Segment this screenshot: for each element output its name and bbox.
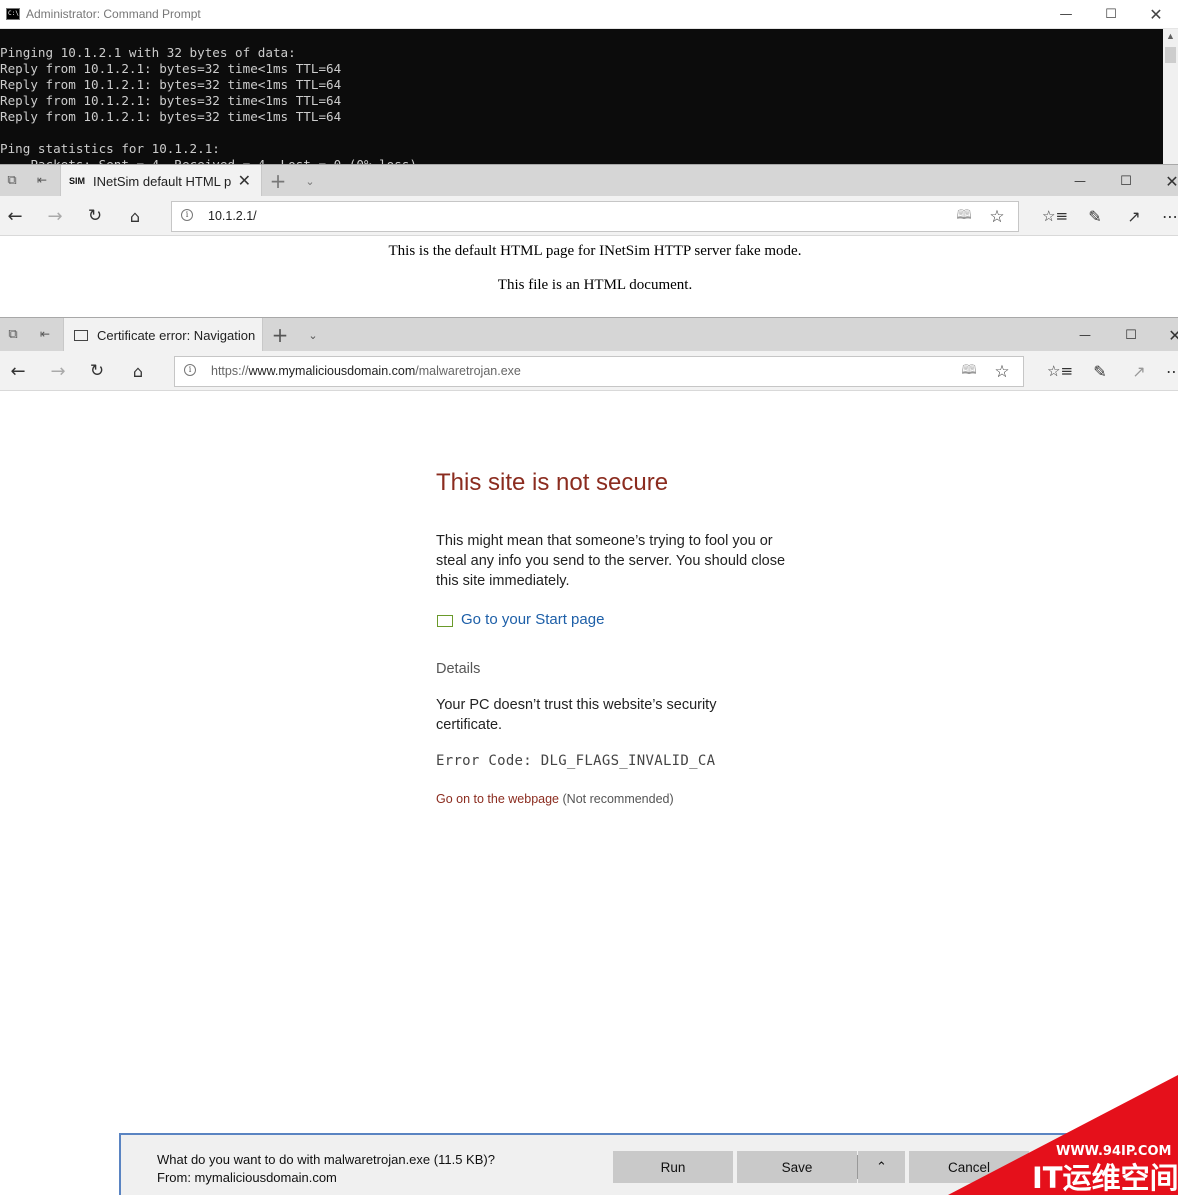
error-explanation: This might mean that someone’s trying to…: [436, 533, 786, 589]
maximize-icon[interactable]: ☐: [1088, 0, 1134, 29]
url-domain: www.mymaliciousdomain.com: [248, 364, 416, 378]
tab-inetsim[interactable]: SIM INetSim default HTML p ✕: [60, 165, 262, 197]
nav-bar: ← → ↻ ⌂ i 10.1.2.1/ 🕮 ☆ ☆≡ ✎ ↗ ⋯: [0, 196, 1178, 236]
home-icon[interactable]: ⌂: [128, 361, 148, 381]
address-url: 10.1.2.1/: [208, 209, 257, 223]
forward-icon[interactable]: →: [45, 206, 65, 227]
cmd-scrollbar[interactable]: ▲: [1163, 29, 1178, 164]
more-icon[interactable]: ⋯: [1160, 206, 1178, 226]
share-icon[interactable]: ↗: [1124, 206, 1144, 226]
web-note-icon[interactable]: ✎: [1090, 361, 1110, 381]
save-options-chevron-icon[interactable]: ⌃: [858, 1151, 905, 1183]
inetsim-line-1: This is the default HTML page for INetSi…: [388, 243, 802, 259]
address-bar[interactable]: i https://www.mymaliciousdomain.com/malw…: [174, 356, 1024, 387]
new-tab-icon[interactable]: +: [270, 323, 290, 347]
start-page-icon: [437, 615, 453, 627]
address-bar[interactable]: i 10.1.2.1/ 🕮 ☆: [171, 201, 1019, 232]
favorite-star-icon[interactable]: ☆: [992, 362, 1012, 382]
inetsim-line-2: This file is an HTML document.: [497, 277, 693, 293]
close-tab-icon[interactable]: ✕: [238, 171, 251, 191]
details-label[interactable]: Details: [436, 659, 786, 679]
error-code: Error Code: DLG_FLAGS_INVALID_CA: [436, 753, 716, 769]
error-heading: This site is not secure: [436, 469, 669, 496]
back-icon[interactable]: ←: [5, 206, 25, 227]
watermark-url: WWW.94IP.COM: [1056, 1144, 1171, 1159]
scroll-up-icon[interactable]: ▲: [1166, 31, 1175, 41]
favorites-hub-icon[interactable]: ☆≡: [1047, 361, 1073, 381]
reading-view-icon[interactable]: 🕮: [954, 208, 974, 226]
tab-strip: ⧉ ⇤ SIM INetSim default HTML p ✕ + ⌄ — ☐…: [0, 164, 1178, 197]
refresh-icon[interactable]: ↻: [87, 361, 107, 381]
close-window-icon[interactable]: ✕: [1162, 171, 1178, 191]
favorites-hub-icon[interactable]: ☆≡: [1042, 206, 1068, 226]
back-icon[interactable]: ←: [8, 361, 28, 382]
cmd-title: Administrator: Command Prompt: [26, 7, 201, 21]
tab-title: INetSim default HTML p: [93, 173, 232, 189]
maximize-icon[interactable]: ☐: [1116, 171, 1136, 191]
forward-icon[interactable]: →: [48, 361, 68, 382]
set-aside-tabs-icon[interactable]: ⇤: [33, 171, 51, 189]
site-info-icon[interactable]: i: [181, 209, 193, 221]
run-button[interactable]: Run: [613, 1151, 733, 1183]
share-icon[interactable]: ↗: [1129, 361, 1149, 381]
save-button[interactable]: Save: [737, 1151, 857, 1183]
not-recommended-text: (Not recommended): [562, 792, 674, 806]
tab-favicon: SIM: [69, 176, 86, 186]
go-on-link[interactable]: Go on to the webpage: [436, 792, 559, 806]
site-info-icon[interactable]: i: [184, 364, 196, 376]
more-icon[interactable]: ⋯: [1164, 361, 1178, 381]
tab-list-chevron-icon[interactable]: ⌄: [300, 171, 320, 191]
refresh-icon[interactable]: ↻: [85, 206, 105, 226]
download-question: What do you want to do with malwaretroja…: [157, 1152, 495, 1167]
watermark-logo: WWW.94IP.COM IT运维空间: [948, 1075, 1178, 1195]
web-note-icon[interactable]: ✎: [1085, 206, 1105, 226]
details-text: Your PC doesn’t trust this website’s sec…: [436, 697, 717, 733]
minimize-icon[interactable]: —: [1075, 325, 1095, 345]
cmd-output: Pinging 10.1.2.1 with 32 bytes of data: …: [0, 45, 425, 172]
url-scheme: https://: [211, 364, 249, 378]
minimize-icon[interactable]: —: [1070, 171, 1090, 191]
cmd-icon: C:\: [6, 8, 20, 20]
set-aside-tabs-icon[interactable]: ⇤: [36, 325, 54, 343]
download-prompt: What do you want to do with malwaretroja…: [157, 1151, 495, 1187]
edge-window-inetsim: ⧉ ⇤ SIM INetSim default HTML p ✕ + ⌄ — ☐…: [0, 164, 1178, 316]
go-on-row: Go on to the webpage (Not recommended): [436, 789, 836, 809]
cmd-titlebar[interactable]: C:\ Administrator: Command Prompt — ☐ ✕: [0, 0, 1178, 29]
favorite-star-icon[interactable]: ☆: [987, 207, 1007, 227]
scroll-thumb[interactable]: [1165, 47, 1176, 63]
download-source: From: mymaliciousdomain.com: [157, 1170, 337, 1185]
start-page-link[interactable]: Go to your Start page: [461, 610, 711, 630]
url-path: /malwaretrojan.exe: [415, 364, 521, 378]
new-tab-icon[interactable]: +: [268, 169, 288, 193]
nav-bar: ← → ↻ ⌂ i https://www.mymaliciousdomain.…: [0, 351, 1178, 391]
tab-title: Certificate error: Navigation: [97, 327, 256, 343]
tab-preview-icon[interactable]: ⧉: [4, 325, 22, 343]
close-icon[interactable]: ✕: [1133, 0, 1178, 29]
home-icon[interactable]: ⌂: [125, 206, 145, 226]
close-window-icon[interactable]: ✕: [1165, 325, 1178, 345]
page-icon: [74, 329, 88, 341]
tab-strip: ⧉ ⇤ Certificate error: Navigation + ⌄ — …: [0, 317, 1178, 352]
tab-list-chevron-icon[interactable]: ⌄: [303, 325, 323, 345]
reading-view-icon[interactable]: 🕮: [959, 363, 979, 381]
tab-certificate-error[interactable]: Certificate error: Navigation: [63, 318, 263, 352]
maximize-icon[interactable]: ☐: [1121, 325, 1141, 345]
address-url: https://www.mymaliciousdomain.com/malwar…: [211, 364, 521, 378]
watermark-brand: IT运维空间: [1032, 1161, 1178, 1195]
tab-preview-icon[interactable]: ⧉: [3, 171, 21, 189]
minimize-icon[interactable]: —: [1043, 0, 1089, 29]
command-prompt-window: C:\ Administrator: Command Prompt — ☐ ✕ …: [0, 0, 1178, 172]
